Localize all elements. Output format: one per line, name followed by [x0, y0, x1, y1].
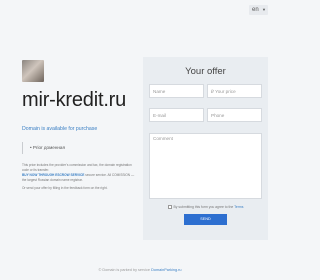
- description-prefix: This price includes the provider’s commi…: [22, 163, 132, 172]
- offer-form-title: Your offer: [185, 66, 226, 77]
- domain-info: mir-kredit.ru Domain is available for pu…: [22, 60, 134, 190]
- name-input[interactable]: Name: [149, 84, 204, 98]
- domain-description: This price includes the provider’s commi…: [22, 163, 137, 183]
- send-button[interactable]: SEND: [184, 214, 227, 225]
- offer-note: Or send your offer by filling in the fee…: [22, 186, 108, 190]
- footer-link[interactable]: DomainParking.ru: [151, 268, 181, 272]
- language-selector[interactable]: en ▼: [249, 5, 268, 15]
- offer-form: Your offer Name ₽ Your price E-mail Phon…: [143, 57, 268, 240]
- category-label: Prior доменная: [32, 145, 65, 150]
- domain-logo: [22, 60, 44, 82]
- buy-now-link[interactable]: BUY NOW THROUGH ESCROW SERVICE: [22, 173, 84, 177]
- chevron-down-icon: ▼: [262, 7, 266, 12]
- footer-text: © Domain is parked by service: [98, 268, 151, 272]
- footer: © Domain is parked by service DomainPark…: [0, 268, 280, 272]
- consent-checkbox[interactable]: [167, 205, 172, 210]
- consent-row: By submitting this form you agree to the…: [149, 205, 262, 210]
- email-input[interactable]: E-mail: [149, 108, 204, 122]
- terms-link[interactable]: Terms: [234, 205, 243, 209]
- consent-text: By submitting this form you agree to the: [173, 205, 234, 209]
- price-input[interactable]: ₽ Your price: [207, 84, 262, 98]
- domain-name: mir-kredit.ru: [22, 89, 127, 111]
- comment-textarea[interactable]: Comment: [149, 133, 262, 199]
- category-tag: • Prior доменная: [22, 142, 122, 154]
- phone-input[interactable]: Phone: [207, 108, 262, 122]
- language-label: en: [252, 7, 259, 13]
- availability-text: Domain is available for purchase: [22, 126, 98, 132]
